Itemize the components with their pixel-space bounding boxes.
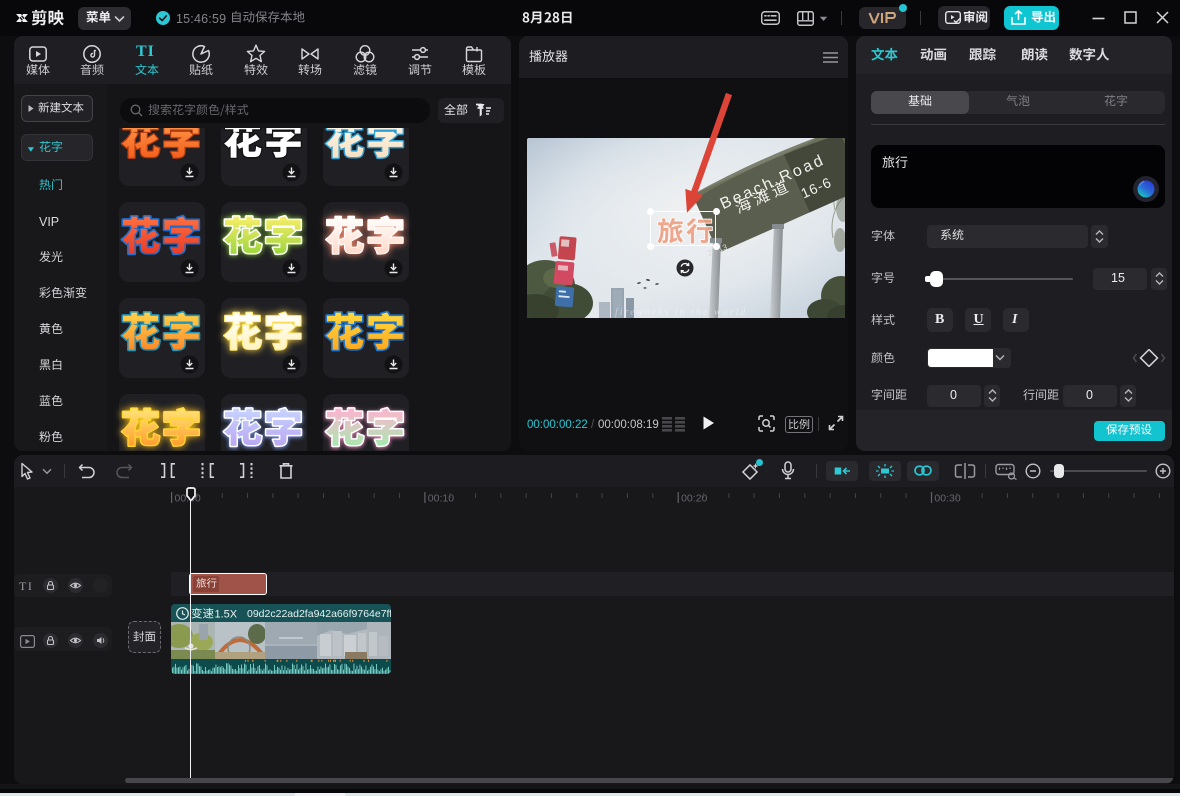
svg-text:fireworks in the world: fireworks in the world [615,307,747,318]
svg-text:1.5X: 1.5X [215,609,238,621]
